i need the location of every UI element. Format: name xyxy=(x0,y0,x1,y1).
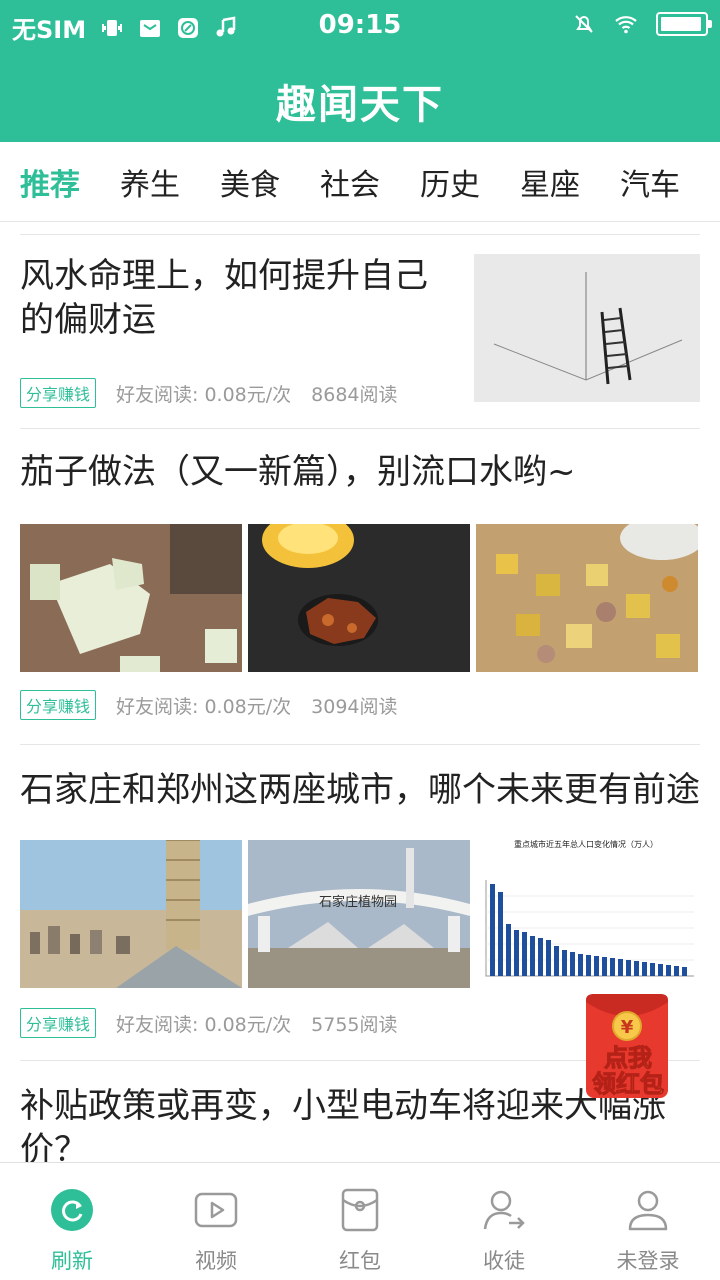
article-title[interactable]: 风水命理上，如何提升自己的偏财运 xyxy=(20,254,440,342)
app-header: 趣闻天下 xyxy=(0,52,720,142)
divider xyxy=(20,428,700,429)
nav-label: 视频 xyxy=(195,1249,237,1273)
article-image-row[interactable]: 石家庄植物园 重点城市近五年总人口变化情况（万人） xyxy=(20,840,698,988)
tab-cars[interactable]: 汽车 xyxy=(600,160,700,204)
tab-recommend[interactable]: 推荐 xyxy=(0,160,100,204)
share-earn-badge[interactable]: 分享赚钱 xyxy=(20,378,97,408)
red-packet-icon xyxy=(341,1188,379,1232)
article-image-row[interactable] xyxy=(20,524,698,672)
nav-red-packet[interactable]: 红包 xyxy=(288,1163,432,1280)
nav-video[interactable]: 视频 xyxy=(144,1163,288,1280)
app-title: 趣闻天下 xyxy=(276,82,444,128)
population-chart-title: 重点城市近五年总人口变化情况（万人） xyxy=(514,840,658,849)
status-bar: 无SIM 09:15 xyxy=(0,0,720,52)
nav-label: 刷新 xyxy=(51,1249,93,1273)
video-icon xyxy=(194,1192,238,1228)
tab-food[interactable]: 美食 xyxy=(200,160,300,204)
article-meta: 分享赚钱 好友阅读: 0.08元/次 5755阅读 xyxy=(20,1008,398,1038)
city-skyline-photo xyxy=(20,840,242,988)
coin-symbol: ¥ xyxy=(621,1017,634,1038)
nav-label: 收徒 xyxy=(483,1249,525,1273)
divider xyxy=(20,744,700,745)
article-meta: 分享赚钱 好友阅读: 0.08元/次 3094阅读 xyxy=(20,690,398,720)
nav-label: 红包 xyxy=(339,1249,381,1273)
article-title[interactable]: 茄子做法（又一新篇），别流口水哟~ xyxy=(20,450,700,494)
share-earn-badge[interactable]: 分享赚钱 xyxy=(20,690,97,720)
article-thumbnail[interactable] xyxy=(474,254,700,402)
read-count: 5755阅读 xyxy=(311,1013,398,1036)
eggplant-stirfry-photo xyxy=(476,524,698,672)
nav-account[interactable]: 未登录 xyxy=(576,1163,720,1280)
refresh-icon xyxy=(51,1189,93,1231)
reward-rate: 好友阅读: 0.08元/次 xyxy=(116,383,292,406)
tab-health[interactable]: 养生 xyxy=(100,160,200,204)
red-packet-line2: 领红包 xyxy=(592,1070,664,1098)
tab-society[interactable]: 社会 xyxy=(300,160,400,204)
add-follower-icon xyxy=(483,1190,525,1230)
article-card[interactable]: 茄子做法（又一新篇），别流口水哟~ 分享赚钱 好友阅读: 0.08元/次 309… xyxy=(20,450,700,730)
tab-history[interactable]: 历史 xyxy=(400,160,500,204)
population-chart-image: 重点城市近五年总人口变化情况（万人） xyxy=(476,840,698,988)
nav-label: 未登录 xyxy=(616,1249,680,1273)
wifi-icon xyxy=(615,16,637,34)
article-title[interactable]: 石家庄和郑州这两座城市，哪个未来更有前途 xyxy=(20,768,700,812)
red-packet-line1: 点我 xyxy=(604,1044,652,1072)
read-count: 8684阅读 xyxy=(311,383,398,406)
article-card[interactable]: 风水命理上，如何提升自己的偏财运 分享赚钱 好友阅读: 0.08元/次 8684… xyxy=(20,254,700,434)
red-packet-button[interactable]: ¥ 点我 领红包 xyxy=(578,992,678,1104)
battery-icon xyxy=(656,12,712,36)
category-tabs: 推荐 养生 美食 社会 历史 星座 汽车 xyxy=(0,142,720,222)
nav-recruit[interactable]: 收徒 xyxy=(432,1163,576,1280)
reward-rate: 好友阅读: 0.08元/次 xyxy=(116,1013,292,1036)
eggplant-cubes-photo xyxy=(20,524,242,672)
reward-rate: 好友阅读: 0.08元/次 xyxy=(116,695,292,718)
garden-gate-sign: 石家庄植物园 xyxy=(319,894,397,910)
tab-horoscope[interactable]: 星座 xyxy=(500,160,600,204)
article-meta: 分享赚钱 好友阅读: 0.08元/次 8684阅读 xyxy=(20,378,398,408)
sauce-spoon-photo xyxy=(248,524,470,672)
user-icon xyxy=(628,1190,668,1231)
read-count: 3094阅读 xyxy=(311,695,398,718)
nav-refresh[interactable]: 刷新 xyxy=(0,1163,144,1280)
bottom-navigation: 刷新 视频 红包 收徒 未登录 xyxy=(0,1162,720,1280)
share-earn-badge[interactable]: 分享赚钱 xyxy=(20,1008,97,1038)
mute-alarm-icon xyxy=(575,15,593,33)
botanical-garden-gate-photo: 石家庄植物园 xyxy=(248,840,470,988)
divider xyxy=(20,234,700,235)
